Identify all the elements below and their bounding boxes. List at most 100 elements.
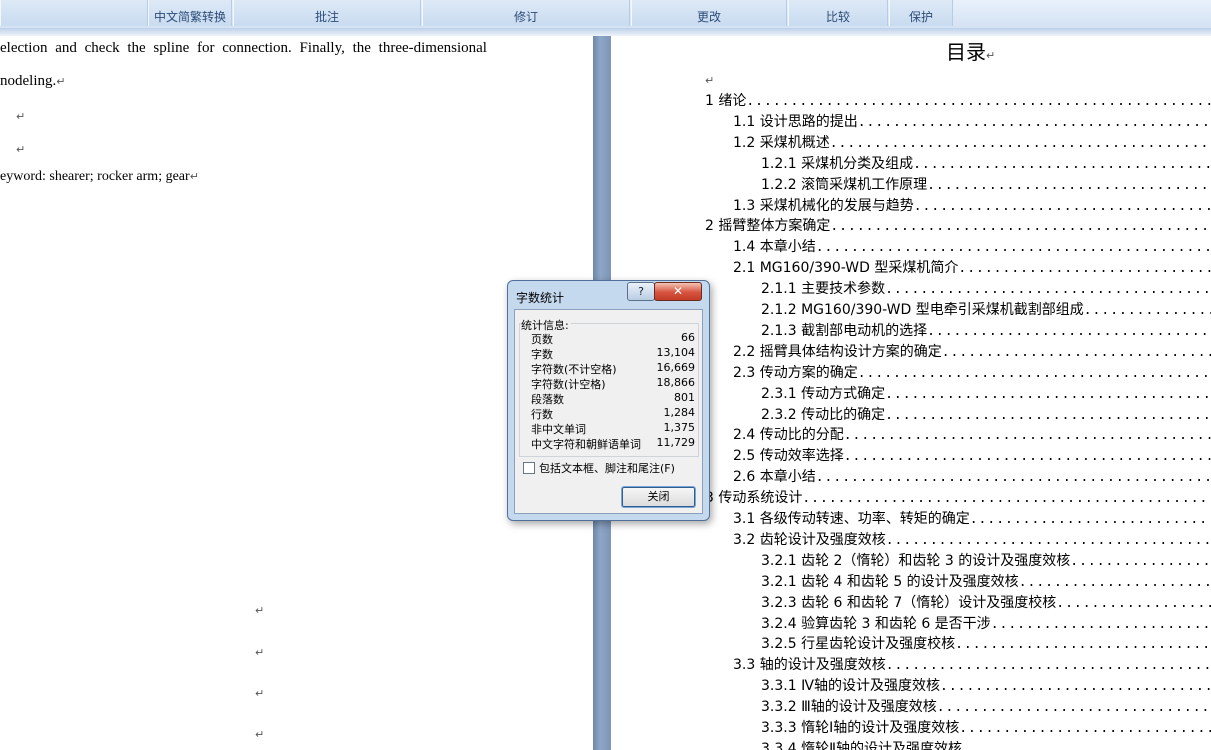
ribbon-label-chinese-conversion: 中文简繁转换 [153,10,226,24]
toc-entry-text: 3 传动系统设计 [705,490,803,507]
stat-label: 字符数(不计空格) [531,363,617,376]
toc-entry[interactable]: 3.2.4 验算齿轮 3 和齿轮 6 是否干涉.................… [761,613,1211,633]
stat-value: 801 [674,391,695,404]
toc-entry[interactable]: 1.2.1 采煤机分类及组成..........................… [761,153,1211,173]
stat-row: 段落数 801 [531,391,697,406]
toc-entry[interactable]: 2.2 摇臂具体结构设计方案的确定.......................… [733,341,1211,361]
toc-leader-dots: ........................................… [885,386,1211,402]
toc-leader-dots: ........................................… [913,198,1211,214]
toc-entry[interactable]: 2.4 传动比的分配..............................… [733,424,1211,444]
stat-value: 66 [681,331,695,344]
toc-entry[interactable]: 1.3 采煤机械化的发展与趋势.........................… [733,195,1211,215]
stat-row: 字数 13,104 [531,346,697,361]
paragraph-mark-icon: ↵ [255,687,265,700]
ribbon-label-protect: 保护 [908,10,933,24]
toc-leader-dots: ........................................… [885,407,1211,423]
ribbon-group-protect[interactable]: 保护 [889,0,953,26]
toc-leader-dots: ........................................… [843,428,1211,444]
ribbon-group-blank[interactable] [0,0,148,26]
ribbon-group-compare[interactable]: 比较 [788,0,888,26]
ribbon-group-chinese-conversion[interactable]: 中文简繁转换 [148,0,232,26]
paragraph-mark-icon: ↵ [255,604,265,617]
include-textboxes-checkbox[interactable]: 包括文本框、脚注和尾注(F) [523,460,675,476]
toc-entry[interactable]: 3.2 齿轮设计及强度效核...........................… [733,529,1211,549]
ribbon-group-comments[interactable]: 批注 [233,0,421,26]
stat-value: 13,104 [656,346,696,359]
abstract-line-2: nodeling.↵ [0,73,66,89]
toc-entry[interactable]: 1.4 本章小结................................… [733,236,1211,256]
stat-value: 1,375 [663,421,696,434]
toc-entry-text: 1 绪论 [705,93,747,109]
document-page-left[interactable]: election and check the spline for connec… [0,36,593,750]
toc-leader-dots: ........................................… [961,741,1211,750]
toc-entry[interactable]: 3.3.3 惰轮Ⅰ轴的设计及强度效核......................… [761,717,1211,737]
stat-row: 字符数(不计空格) 16,669 [531,361,697,376]
stat-label: 页数 [531,333,553,346]
ribbon-group-changes[interactable]: 更改 [631,0,787,26]
toc-entry-text: 3.2.4 验算齿轮 3 和齿轮 6 是否干涉 [761,615,991,632]
toc-entry[interactable]: 3.1 各级传动转速、功率、转矩的确定.....................… [733,508,1211,528]
stat-row: 页数 66 [531,331,697,346]
ribbon-group-tracking[interactable]: 修订 [422,0,630,26]
toc-entry[interactable]: 3.2.1 齿轮 4 和齿轮 5 的设计及强度效核...............… [761,571,1211,591]
toc-entry[interactable]: 1.2 采煤机概述...............................… [733,132,1211,152]
dialog-title: 字数统计 [516,291,565,305]
word-count-dialog: 字数统计 ? ✕ 统计信息: 页数 66 字数 13,104 字符数(不计空格) 16,6… [507,280,710,521]
toc-entry[interactable]: 3 传动系统设计................................… [705,487,1211,507]
toc-leader-dots: ........................................… [843,449,1211,465]
toc-entry-text: 2.1.3 截割部电动机的选择 [761,322,928,339]
toc-entry[interactable]: 2.1.2 MG160/390-WD 型电牵引采煤机截割部组成.........… [761,299,1211,319]
toc-entry[interactable]: 1.1 设计思路的提出.............................… [733,111,1211,131]
toc-entry-text: 3.2.5 行星齿轮设计及强度校核 [761,636,956,653]
toc-entry[interactable]: 2.3.1 传动方式确定............................… [761,383,1211,403]
toc-leader-dots: ........................................… [941,344,1211,360]
toc-entry-text: 2.5 传动效率选择 [733,448,844,465]
toc-entry[interactable]: 2.1.3 截割部电动机的选择.........................… [761,320,1211,340]
stat-row: 字符数(计空格) 18,866 [531,376,697,391]
toc-entry[interactable]: 1 绪论....................................… [705,90,1211,110]
toc-entry[interactable]: 2.6 本章小结................................… [733,466,1211,486]
toc-entry[interactable]: 2.3 传动方案的确定.............................… [733,362,1211,382]
toc-entry-text: 3.2.1 齿轮 2（惰轮）和齿轮 3 的设计及强度效核 [761,552,1071,569]
ribbon-label-comments: 批注 [314,10,339,24]
stat-row: 中文字符和朝鲜语单词 11,729 [531,436,697,451]
toc-entry[interactable]: 3.3 轴的设计及强度效核...........................… [733,654,1211,674]
toc-entry[interactable]: 3.3.2 Ⅲ轴的设计及强度效核........................… [761,696,1211,716]
dialog-body: 统计信息: 页数 66 字数 13,104 字符数(不计空格) 16,669 字符数(计空格… [514,309,703,514]
toc-entry[interactable]: 3.3.4 惰轮Ⅱ轴的设计及强度效核......................… [761,738,1211,750]
toc-entry-text: 2.1.1 主要技术参数 [761,281,886,298]
close-button[interactable]: 关闭 [621,486,696,508]
close-icon[interactable]: ✕ [654,282,702,301]
stat-value: 1,284 [663,406,696,419]
toc-entry-text: 3.3 轴的设计及强度效核 [733,657,886,674]
toc-leader-dots: ........................................… [815,470,1211,486]
toc-entry-text: 1.1 设计思路的提出 [733,113,858,130]
toc-entry[interactable]: 3.2.3 齿轮 6 和齿轮 7（惰轮）设计及强度校核.............… [761,592,1211,612]
stat-value: 11,729 [656,436,696,449]
paragraph-mark-icon: ↵ [189,170,199,183]
toc-entry[interactable]: 3.3.1 Ⅳ轴的设计及强度效核........................… [761,675,1211,695]
toc-entry-text: 3.3.3 惰轮Ⅰ轴的设计及强度效核 [761,720,960,736]
toc-leader-dots: ........................................… [885,658,1211,674]
toc-entry-text: 3.3.1 Ⅳ轴的设计及强度效核 [761,678,940,695]
toc-leader-dots: ........................................… [829,135,1211,151]
toc-entry[interactable]: 1.2.2 滚筒采煤机工作原理.........................… [761,174,1211,194]
toc-leader-dots: ........................................… [1070,553,1211,569]
toc-entry[interactable]: 2.1 MG160/390-WD 型采煤机简介.................… [733,257,1211,277]
ribbon-label-changes: 更改 [696,10,721,24]
toc-entry-text: 3.2.3 齿轮 6 和齿轮 7（惰轮）设计及强度校核 [761,594,1057,611]
toc-entry[interactable]: 2 摇臂整体方案确定..............................… [705,215,1211,235]
toc-entry[interactable]: 2.5 传动效率选择..............................… [733,445,1211,465]
toc-entry-text: 3.2.1 齿轮 4 和齿轮 5 的设计及强度效核 [761,573,1019,590]
toc-entry[interactable]: 3.2.1 齿轮 2（惰轮）和齿轮 3 的设计及强度效核............… [761,550,1211,570]
help-icon[interactable]: ? [627,282,655,301]
toc-entry-text: 2.3.1 传动方式确定 [761,385,886,402]
toc-entry[interactable]: 2.1.1 主要技术参数............................… [761,278,1211,298]
toc-leader-dots: ........................................… [885,532,1211,548]
toc-entry[interactable]: 2.3.2 传动比的确定............................… [761,404,1211,424]
ribbon-label-tracking: 修订 [513,10,538,24]
ribbon-label-compare: 比较 [825,10,850,24]
checkbox-icon[interactable] [523,462,535,474]
paragraph-mark-icon: ↵ [255,728,265,741]
toc-entry[interactable]: 3.2.5 行星齿轮设计及强度校核.......................… [761,633,1211,653]
